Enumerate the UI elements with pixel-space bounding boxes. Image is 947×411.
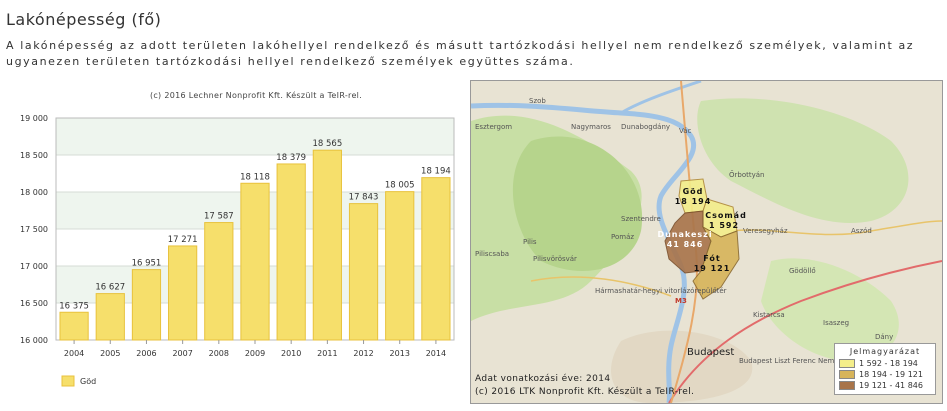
data-label: 17 843 (349, 193, 379, 203)
bar-2011 (312, 149, 342, 341)
map-place-label: Szentendre (621, 215, 661, 223)
x-tick-label: 2010 (281, 349, 301, 358)
y-tick-label: 16 500 (20, 299, 48, 308)
map-legend-title: Jelmagyarázat (849, 347, 921, 356)
y-tick-label: 18 500 (20, 151, 48, 160)
region-label-fot: Fót (703, 253, 720, 263)
y-tick-label: 17 000 (20, 262, 48, 271)
x-tick-label: 2013 (390, 349, 410, 358)
x-tick-label: 2009 (245, 349, 265, 358)
map-legend-swatch (839, 359, 855, 368)
bar-2009 (240, 182, 270, 341)
x-tick-label: 2004 (64, 349, 84, 358)
region-value-csomad: 1 592 (709, 221, 739, 230)
x-tick-label: 2006 (136, 349, 156, 358)
map-place-label: Piliscsaba (475, 250, 509, 258)
data-label: 18 379 (276, 153, 306, 163)
bar-2012 (348, 203, 379, 341)
x-tick-label: 2007 (172, 349, 192, 358)
map-place-label: Dunabogdány (621, 123, 670, 131)
region-label-dunakeszi: Dunakeszi (657, 230, 712, 239)
map-legend-label: 18 194 - 19 121 (859, 370, 923, 379)
region-god[interactable] (678, 178, 708, 214)
map-place-label: Aszód (851, 227, 872, 235)
region-value-god: 18 194 (675, 197, 712, 206)
x-tick-label: 2008 (209, 349, 229, 358)
map-place-label: Budapest (687, 347, 734, 358)
map-place-label: Pomáz (611, 233, 634, 241)
map-legend: Jelmagyarázat 1 592 - 18 194 18 194 - 19… (834, 343, 936, 395)
x-tick-label: 2011 (317, 349, 337, 358)
bar-2008 (204, 222, 234, 341)
map-place-label: Pilis (523, 238, 537, 246)
region-label-god: Göd (683, 187, 704, 196)
map-place-label: M3 (675, 297, 687, 305)
map-legend-swatch (839, 381, 855, 390)
bar-2005 (95, 293, 125, 341)
data-label: 18 118 (240, 172, 270, 182)
y-tick-label: 19 000 (20, 114, 48, 123)
data-label: 16 951 (132, 259, 162, 269)
map-place-label: Veresegyház (743, 227, 788, 235)
map-place-label: Pilisvörösvár (533, 255, 577, 263)
y-tick-label: 16 000 (20, 336, 48, 345)
map-place-label: Őrbottyán (729, 170, 764, 179)
x-tick-label: 2012 (353, 349, 373, 358)
chart-copyright: (c) 2016 Lechner Nonprofit Kft. Készült … (150, 90, 362, 100)
data-label: 17 271 (168, 235, 198, 245)
region-label-csomad: Csomád (705, 211, 747, 220)
map-place-label: Isaszeg (823, 319, 849, 327)
bar-2007 (168, 245, 198, 341)
map-place-label: Hármashatár-hegyi vitorlázórepülőtér (595, 286, 727, 295)
bar-chart-svg: (c) 2016 Lechner Nonprofit Kft. Készült … (20, 90, 455, 387)
page-title: Lakónépesség (fő) (6, 10, 162, 29)
chart-legend: Göd (61, 375, 96, 387)
bar-2014 (421, 177, 451, 341)
y-tick-label: 17 500 (20, 225, 48, 234)
bar-2006 (131, 269, 162, 341)
map-data-year: Adat vonatkozási éve: 2014 (475, 374, 611, 384)
data-label: 17 587 (204, 212, 234, 222)
data-label: 18 194 (421, 167, 451, 177)
bar-2013 (385, 191, 415, 341)
data-label: 16 375 (59, 301, 89, 311)
map-place-label: Gödöllő (789, 266, 816, 275)
map-legend-swatch (839, 370, 855, 379)
x-tick-label: 2005 (100, 349, 120, 358)
region-value-dunakeszi: 41 846 (667, 240, 704, 249)
page-description: A lakónépesség az adott területen lakóhe… (6, 39, 915, 68)
map-legend-row: 1 592 - 18 194 (839, 358, 931, 369)
legend-swatch-god (61, 375, 75, 387)
y-tick-label: 18 000 (20, 188, 48, 197)
map-place-label: Vác (679, 127, 692, 135)
map-legend-label: 1 592 - 18 194 (859, 359, 918, 368)
data-label: 18 565 (312, 139, 342, 149)
map-place-label: Szob (529, 97, 546, 105)
map-footer: Adat vonatkozási éve: 2014 (c) 2016 LTK … (475, 373, 694, 399)
bar-2010 (276, 163, 306, 341)
legend-label-god: Göd (80, 377, 96, 386)
map-legend-label: 19 121 - 41 846 (859, 381, 923, 390)
region-map[interactable]: Göd 18 194 Csomád 1 592 Dunakeszi 41 846… (470, 80, 943, 404)
map-place-label: Kistarcsa (753, 311, 785, 319)
map-legend-row: 19 121 - 41 846 (839, 380, 931, 391)
map-place-label: Dány (875, 333, 893, 341)
map-copyright: (c) 2016 LTK Nonprofit Kft. Készült a Te… (475, 387, 695, 397)
region-value-fot: 19 121 (694, 264, 731, 273)
map-place-label: Esztergom (475, 123, 512, 131)
grid-band (56, 118, 454, 155)
map-place-label: Nagymaros (571, 123, 611, 131)
data-label: 16 627 (95, 283, 125, 293)
x-tick-label: 2014 (426, 349, 446, 358)
data-label: 18 005 (385, 181, 415, 191)
bar-2004 (59, 311, 89, 341)
population-chart: (c) 2016 Lechner Nonprofit Kft. Készült … (0, 80, 462, 407)
map-legend-row: 18 194 - 19 121 (839, 369, 931, 380)
